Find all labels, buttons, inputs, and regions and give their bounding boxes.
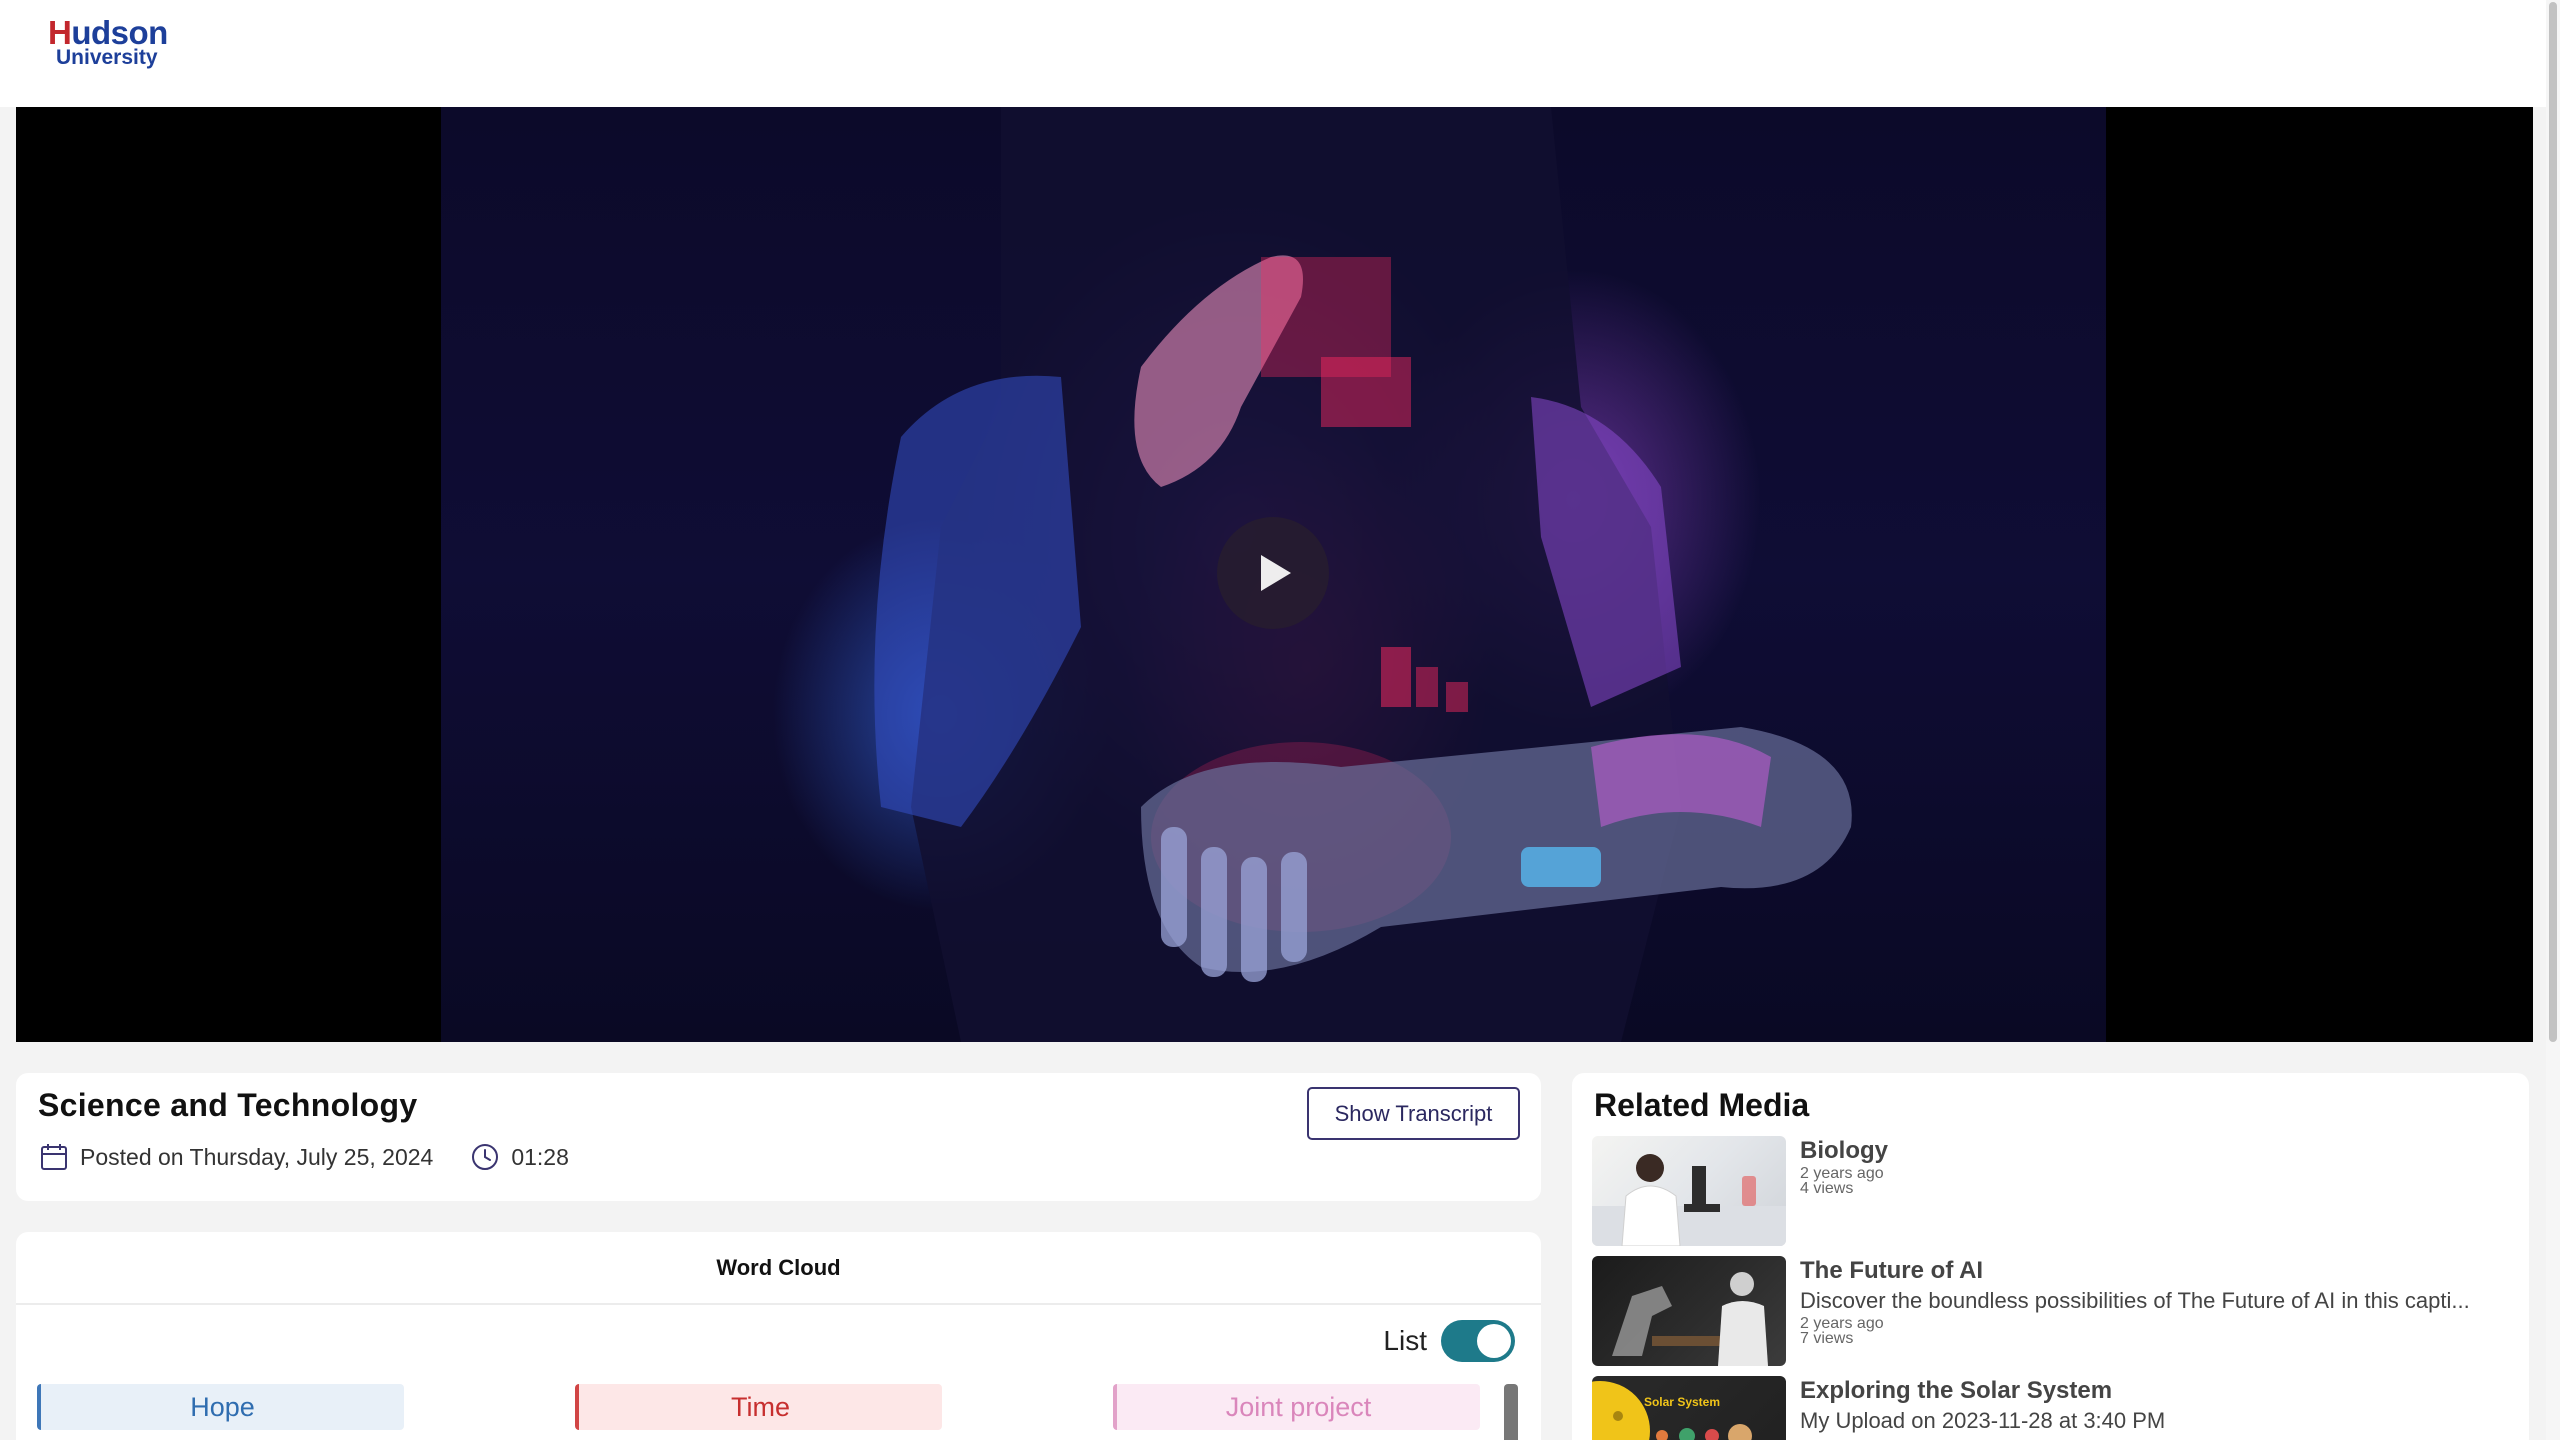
university-logo[interactable]: Hudson University [48,16,168,68]
show-transcript-button[interactable]: Show Transcript [1307,1087,1520,1140]
clock-icon [469,1141,501,1173]
related-item-future-of-ai[interactable]: The Future of AI Discover the boundless … [1592,1256,2512,1366]
related-item-age: 2 years ago [1800,1315,1884,1332]
word-chip-time[interactable]: Time [575,1384,942,1430]
related-media-card: Related Media Biology 2 years ago 4 view… [1572,1073,2529,1440]
list-toggle-label: List [1383,1325,1427,1356]
posted-date: Posted on Thursday, July 25, 2024 [80,1143,434,1170]
related-item-solar-system[interactable]: Solar System Exploring the Solar System … [1592,1376,2512,1440]
list-toggle[interactable] [1441,1320,1515,1362]
related-thumbnail[interactable] [1592,1136,1786,1246]
related-item-views: 4 views [1800,1180,1854,1197]
video-title: Science and Technology [38,1087,418,1123]
related-item-description: My Upload on 2023-11-28 at 3:40 PM [1800,1408,2166,1433]
ai-thumbnail-art [1612,1272,1768,1366]
related-item-age: 2 years ago [1800,1165,1884,1182]
list-toggle-row: List [1383,1320,1515,1362]
play-icon [1261,555,1291,591]
video-duration: 01:28 [511,1143,569,1170]
related-thumbnail[interactable] [1592,1256,1786,1366]
play-button[interactable] [1217,517,1329,629]
word-cloud-scrollbar[interactable] [1504,1384,1518,1440]
biology-thumbnail-art [1592,1154,1786,1246]
related-item-description: Discover the boundless possibilities of … [1800,1288,2470,1313]
logo-wordmark: Hudson [48,16,168,49]
related-item-biology[interactable]: Biology 2 years ago 4 views [1592,1136,2512,1246]
related-media-title: Related Media [1594,1087,1810,1123]
site-header: Hudson University [0,0,2546,107]
word-chip-joint-project[interactable]: Joint project [1113,1384,1480,1430]
related-item-text: Biology 2 years ago 4 views [1800,1136,2512,1197]
related-item-text: The Future of AI Discover the boundless … [1800,1256,2512,1347]
video-player[interactable] [16,107,2533,1042]
related-thumbnail[interactable]: Solar System [1592,1376,1786,1440]
related-item-views: 7 views [1800,1330,1854,1347]
word-cloud-card: Word Cloud List Hope Time Joint project [16,1232,1541,1440]
related-item-name: Exploring the Solar System [1800,1377,2113,1404]
calendar-icon [38,1141,70,1173]
word-chip-hope[interactable]: Hope [37,1384,404,1430]
video-meta: Posted on Thursday, July 25, 2024 01:28 [38,1141,569,1173]
logo-subtitle: University [56,46,158,69]
related-item-name: Biology [1800,1137,1888,1164]
solar-thumbnail-art: Solar System [1592,1381,1752,1440]
video-info-card: Science and Technology Posted on Thursda… [16,1073,1541,1201]
list-toggle-knob [1477,1324,1511,1358]
solar-thumbnail-text: Solar System [1644,1395,1720,1409]
page-scrollbar-thumb[interactable] [2549,2,2557,1042]
word-cloud-title: Word Cloud [16,1232,1541,1305]
related-item-text: Exploring the Solar System My Upload on … [1800,1376,2512,1436]
page-scrollbar[interactable] [2546,0,2560,1440]
related-item-name: The Future of AI [1800,1257,1984,1284]
